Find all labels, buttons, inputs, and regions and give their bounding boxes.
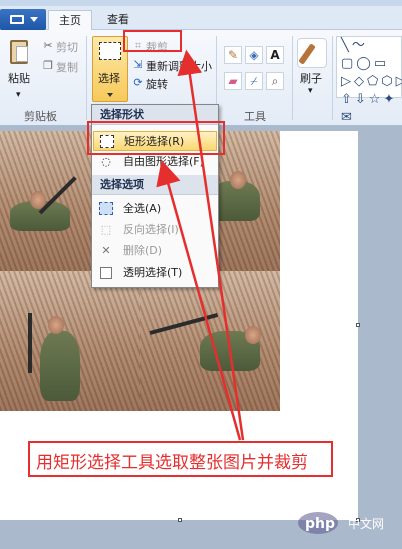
- copy-button[interactable]: 复制: [56, 59, 78, 75]
- watermark-logo-text: php: [305, 516, 335, 532]
- menu-item-transparent-select[interactable]: 透明选择(T): [93, 263, 217, 283]
- menu-item-label: 透明选择(T): [123, 266, 183, 279]
- select-all-icon: [99, 202, 113, 215]
- photo-tile-4: [140, 271, 280, 411]
- php-watermark-logo: php 中文网: [298, 512, 384, 534]
- magnifier-icon[interactable]: ⌕: [266, 72, 284, 90]
- canvas-resize-handle[interactable]: [178, 518, 182, 522]
- menu-item-select-all[interactable]: 全选(A): [93, 199, 217, 219]
- ribbon-divider: [332, 36, 333, 120]
- chevron-down-icon: [107, 93, 113, 97]
- delete-icon: ✕: [101, 244, 111, 257]
- brush-button[interactable]: 刷子: [300, 70, 322, 86]
- eraser-icon[interactable]: ▰: [224, 72, 242, 90]
- tab-home[interactable]: 主页: [48, 10, 92, 31]
- file-menu-button[interactable]: [0, 9, 46, 30]
- fill-icon[interactable]: ◈: [245, 46, 263, 64]
- canvas-resize-handle[interactable]: [356, 323, 360, 327]
- menu-item-delete[interactable]: ✕ 删除(D): [93, 241, 217, 261]
- checkbox-icon: [100, 267, 112, 279]
- tools-group-label: 工具: [244, 110, 266, 123]
- lasso-icon: ◌: [101, 155, 111, 168]
- brush-icon[interactable]: [297, 38, 327, 68]
- menu-item-label: 全选(A): [123, 202, 162, 215]
- resize-button[interactable]: 重新调整大小: [146, 58, 212, 74]
- invert-selection-icon: ⬚: [100, 223, 112, 236]
- cut-button[interactable]: 剪切: [56, 39, 78, 55]
- section-header-options: 选择选项: [92, 175, 218, 195]
- annotation-rect-select-highlight: [87, 121, 225, 155]
- tab-view[interactable]: 查看: [96, 10, 140, 31]
- pencil-icon[interactable]: ✎: [224, 46, 242, 64]
- resize-icon: ⇲: [133, 58, 143, 71]
- text-tool-icon[interactable]: A: [266, 46, 284, 64]
- menu-item-label: 自由图形选择(F): [123, 155, 204, 168]
- menu-item-label: 反向选择(I): [123, 223, 179, 236]
- annotation-note-text: 用矩形选择工具选取整张图片并裁剪: [36, 453, 308, 473]
- clipboard-group-label: 剪贴板: [24, 110, 57, 123]
- chevron-down-icon[interactable]: ▾: [308, 86, 313, 96]
- paste-icon[interactable]: [10, 40, 28, 64]
- color-picker-icon[interactable]: ⌿: [245, 72, 263, 90]
- select-label: 选择: [98, 72, 120, 85]
- annotation-crop-highlight: [123, 30, 182, 52]
- chevron-down-icon: [30, 17, 38, 22]
- chevron-down-icon[interactable]: ▾: [16, 90, 21, 100]
- menu-item-free-select[interactable]: ◌ 自由图形选择(F): [93, 152, 217, 172]
- copy-icon: ❐: [43, 59, 53, 72]
- file-menu-icon: [10, 15, 24, 24]
- rect-select-icon: [99, 42, 121, 60]
- shapes-gallery[interactable]: ╲〜▢◯▭ ▷◇⬠⬡▷ ⇧⇩☆✦✉: [336, 36, 402, 125]
- ribbon-divider: [292, 36, 293, 120]
- menu-item-label: 删除(D): [123, 244, 163, 257]
- rotate-icon: ⟳: [133, 76, 143, 89]
- menu-item-invert-selection[interactable]: ⬚ 反向选择(I): [93, 220, 217, 240]
- ribbon-divider: [86, 36, 87, 120]
- photo-tile-3: [0, 271, 140, 411]
- paste-button[interactable]: 粘贴: [8, 70, 30, 86]
- watermark-text: 中文网: [348, 516, 384, 531]
- scissors-icon: ✂: [43, 39, 53, 52]
- rotate-button[interactable]: 旋转: [146, 76, 168, 92]
